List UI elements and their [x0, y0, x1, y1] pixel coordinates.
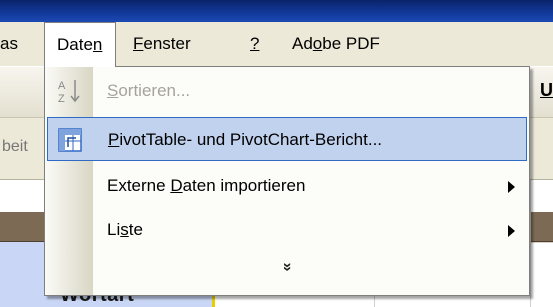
menu-help[interactable]: ?	[250, 22, 259, 66]
submenu-arrow-icon	[508, 225, 515, 237]
menu-item-label: PivotTable- und PivotChart-Bericht...	[108, 130, 383, 149]
window-title-bar	[0, 0, 553, 22]
menu-adobe-pdf[interactable]: Adobe PDF	[292, 22, 380, 66]
expand-menu-chevron-icon[interactable]: »	[277, 257, 297, 277]
menu-bar: as Daten Fenster ? Adobe PDF	[0, 22, 553, 67]
row-header-cell[interactable]	[0, 242, 44, 307]
svg-text:Z: Z	[58, 93, 65, 105]
menu-item-sortieren[interactable]: A Z Sortieren...	[47, 69, 527, 113]
menu-item-liste[interactable]: Liste	[47, 208, 527, 252]
underline-button[interactable]: U	[540, 80, 553, 101]
menu-item-pivottable[interactable]: PivotTable- und PivotChart-Bericht...	[47, 117, 527, 161]
svg-text:A: A	[58, 80, 66, 92]
menu-daten[interactable]: Daten	[44, 22, 116, 67]
menu-fenster[interactable]: Fenster	[133, 22, 191, 66]
menu-item-externe-daten[interactable]: Externe Daten importieren	[47, 164, 527, 208]
menu-extras[interactable]: as	[0, 22, 18, 66]
toolbar-cut-label: beit	[2, 138, 28, 155]
menu-item-label: Externe Daten importieren	[107, 176, 306, 195]
pivot-table-icon	[58, 128, 82, 152]
sort-az-icon: A Z	[58, 80, 80, 105]
menu-item-label: Sortieren...	[107, 81, 191, 100]
submenu-arrow-icon	[508, 181, 515, 193]
daten-dropdown-menu: A Z Sortieren... PivotTable- und PivotCh…	[44, 66, 530, 296]
menu-item-label: Liste	[107, 220, 143, 239]
gridline	[530, 180, 531, 307]
